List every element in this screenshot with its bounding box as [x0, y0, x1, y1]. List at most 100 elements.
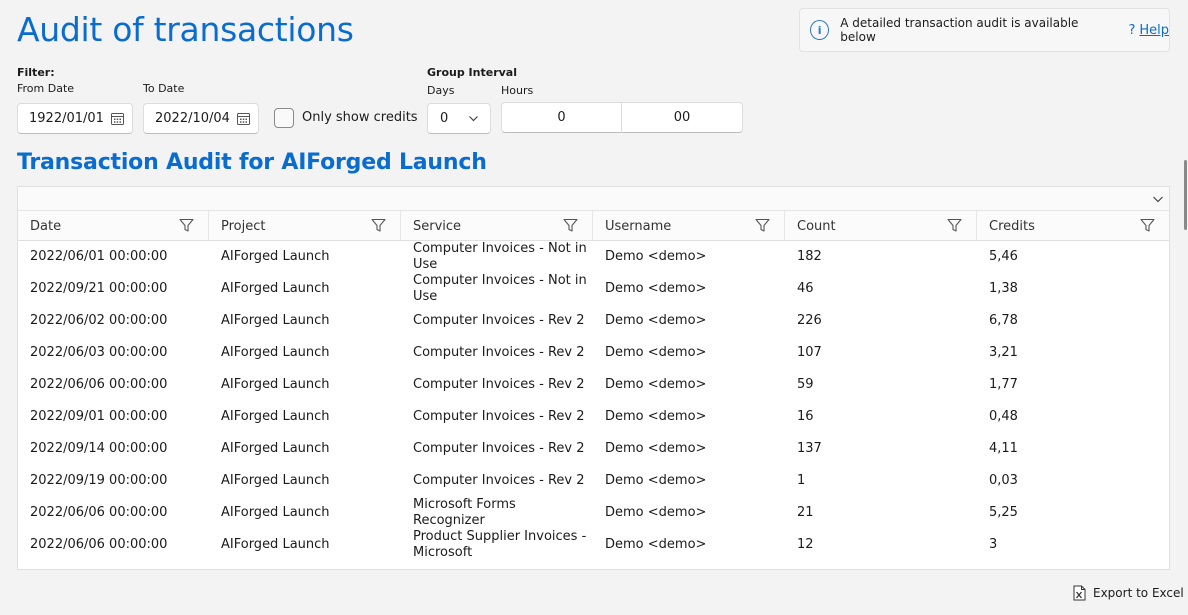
group-interval-label: Group Interval: [427, 66, 517, 79]
page-scrollbar[interactable]: [1184, 160, 1187, 230]
cell-count: 46: [797, 281, 814, 296]
table-row[interactable]: 2022/06/06 00:00:00 AIForged Launch Micros…: [18, 497, 1169, 529]
cell-project: AIForged Launch: [221, 345, 330, 360]
chevron-down-icon: [469, 116, 478, 122]
cell-username: Demo <demo>: [605, 281, 707, 296]
table-header: Date Project Service Username Count Credits: [18, 211, 1169, 241]
cell-username: Demo <demo>: [605, 473, 707, 488]
only-credits-checkbox[interactable]: [274, 108, 294, 128]
table-row[interactable]: 2022/09/14 00:00:00 AIForged Launch Comput…: [18, 433, 1169, 465]
table-row[interactable]: 2022/06/02 00:00:00 AIForged Launch Comput…: [18, 305, 1169, 337]
cell-date: 2022/06/01 00:00:00: [30, 249, 168, 264]
table-row[interactable]: 2022/09/19 00:00:00 AIForged Launch Comput…: [18, 465, 1169, 497]
cell-credits: 3,21: [989, 345, 1018, 360]
cell-date: 2022/09/01 00:00:00: [30, 409, 168, 424]
export-excel-button[interactable]: Export to Excel: [1073, 585, 1184, 601]
cell-username: Demo <demo>: [605, 313, 707, 328]
cell-project: [209, 561, 401, 569]
cell-service: Product Supplier Invoices -: [401, 561, 593, 569]
cell-date: 2022/09/14 00:00:00: [30, 441, 168, 456]
column-header-count[interactable]: Count: [785, 211, 977, 241]
cell-date: 2022/06/03 00:00:00: [30, 345, 168, 360]
from-date-value: 1922/01/01: [29, 111, 104, 126]
filter-icon[interactable]: [1140, 218, 1155, 233]
table-body: 2022/06/01 00:00:00 AIForged Launch Comput…: [18, 241, 1169, 569]
cell-credits: 0,48: [989, 409, 1018, 424]
column-header-credits[interactable]: Credits: [977, 211, 1169, 241]
from-date-label: From Date: [17, 82, 75, 95]
calendar-icon: [237, 113, 250, 125]
days-value: 0: [440, 111, 449, 126]
table-row[interactable]: 2022/09/01 00:00:00 AIForged Launch Comput…: [18, 401, 1169, 433]
section-title: Transaction Audit for AIForged Launch: [17, 150, 487, 175]
table-row[interactable]: 2022/06/06 00:00:00 AIForged Launch Comput…: [18, 369, 1169, 401]
cell-service: Computer Invoices - Rev 2: [413, 441, 585, 456]
cell-username: Demo <demo>: [605, 249, 707, 264]
minutes-input[interactable]: 00: [622, 102, 743, 133]
filter-icon[interactable]: [371, 218, 386, 233]
table-row[interactable]: Product Supplier Invoices -: [18, 561, 1169, 569]
filter-icon[interactable]: [755, 218, 770, 233]
cell-date: 2022/06/06 00:00:00: [30, 377, 168, 392]
cell-date: 2022/09/21 00:00:00: [30, 281, 168, 296]
column-header-label: Project: [221, 218, 266, 234]
column-header-label: Credits: [989, 218, 1035, 234]
cell-date: 2022/06/06 00:00:00: [30, 505, 168, 520]
cell-username: Demo <demo>: [605, 377, 707, 392]
cell-service: Computer Invoices - Rev 2: [413, 377, 585, 392]
help-link[interactable]: ? Help: [1128, 23, 1169, 38]
cell-service: Computer Invoices - Not in Use: [413, 273, 587, 304]
filter-icon[interactable]: [947, 218, 962, 233]
column-header-date[interactable]: Date: [18, 211, 209, 241]
export-excel-label: Export to Excel: [1093, 586, 1184, 600]
cell-username: [593, 561, 785, 569]
cell-username: Demo <demo>: [605, 441, 707, 456]
cell-date: 2022/06/06 00:00:00: [30, 537, 168, 552]
cell-credits: 5,46: [989, 249, 1018, 264]
cell-project: AIForged Launch: [221, 473, 330, 488]
cell-service: Microsoft Forms Recognizer: [413, 497, 516, 528]
to-date-label: To Date: [143, 82, 185, 95]
cell-credits: [977, 561, 1169, 569]
table-row[interactable]: 2022/09/21 00:00:00 AIForged Launch Comput…: [18, 273, 1169, 305]
help-link-label: Help: [1139, 22, 1169, 38]
cell-count: [785, 561, 977, 569]
info-bar: i A detailed transaction audit is availa…: [799, 8, 1170, 52]
to-date-picker[interactable]: 2022/10/04: [143, 103, 259, 134]
filter-icon[interactable]: [563, 218, 578, 233]
table-row[interactable]: 2022/06/06 00:00:00 AIForged Launch Produc…: [18, 529, 1169, 561]
hours-input[interactable]: 0: [501, 102, 622, 133]
days-dropdown[interactable]: 0: [427, 103, 491, 134]
from-date-picker[interactable]: 1922/01/01: [17, 103, 133, 134]
table-row[interactable]: 2022/06/01 00:00:00 AIForged Launch Comput…: [18, 241, 1169, 273]
cell-project: AIForged Launch: [221, 281, 330, 296]
cell-service: Computer Invoices - Rev 2: [413, 409, 585, 424]
column-header-label: Count: [797, 218, 836, 234]
cell-service: Computer Invoices - Rev 2: [413, 473, 585, 488]
cell-project: AIForged Launch: [221, 505, 330, 520]
cell-count: 21: [797, 505, 814, 520]
cell-project: AIForged Launch: [221, 537, 330, 552]
cell-credits: 6,78: [989, 313, 1018, 328]
cell-count: 16: [797, 409, 814, 424]
cell-username: Demo <demo>: [605, 537, 707, 552]
info-message: A detailed transaction audit is availabl…: [840, 16, 1079, 44]
page-title: Audit of transactions: [17, 10, 354, 49]
cell-project: AIForged Launch: [221, 313, 330, 328]
column-header-project[interactable]: Project: [209, 211, 401, 241]
hours-label: Hours: [501, 84, 534, 97]
filter-icon[interactable]: [179, 218, 194, 233]
cell-project: AIForged Launch: [221, 249, 330, 264]
cell-date: 2022/09/19 00:00:00: [30, 473, 168, 488]
cell-credits: 0,03: [989, 473, 1018, 488]
group-panel[interactable]: [18, 187, 1169, 211]
column-header-service[interactable]: Service: [401, 211, 593, 241]
chevron-down-icon[interactable]: [1152, 193, 1164, 205]
cell-project: AIForged Launch: [221, 409, 330, 424]
hours-value: 0: [557, 110, 566, 125]
excel-file-icon: [1073, 585, 1086, 601]
column-header-username[interactable]: Username: [593, 211, 785, 241]
info-icon: i: [810, 20, 830, 40]
table-row[interactable]: 2022/06/03 00:00:00 AIForged Launch Comput…: [18, 337, 1169, 369]
column-header-label: Service: [413, 218, 462, 234]
